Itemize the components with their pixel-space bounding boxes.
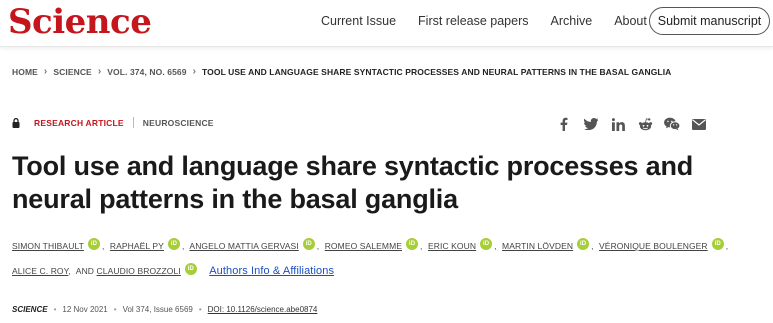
orcid-icon[interactable]: iD	[480, 238, 493, 250]
authors-affiliations-link[interactable]: Authors Info & Affiliations	[209, 265, 334, 277]
author-name[interactable]: ROMEO SALEMME	[325, 241, 402, 251]
publication-date: 12 Nov 2021	[62, 305, 108, 314]
breadcrumb: HOME › SCIENCE › VOL. 374, NO. 6569 › TO…	[12, 66, 671, 77]
doi-link[interactable]: DOI: 10.1126/science.abe0874	[208, 305, 318, 314]
orcid-icon[interactable]: iD	[87, 238, 100, 250]
science-logo[interactable]: Science	[8, 0, 152, 44]
nav-first-release-papers[interactable]: First release papers	[418, 14, 528, 28]
chevron-right-icon: ›	[97, 66, 102, 77]
submit-manuscript-button[interactable]: Submit manuscript	[649, 7, 770, 35]
author-name[interactable]: MARTIN LÖVDEN	[502, 241, 573, 251]
separator: ,	[181, 241, 185, 251]
orcid-icon[interactable]: iD	[184, 263, 197, 275]
breadcrumb-home[interactable]: HOME	[12, 67, 38, 77]
author-name[interactable]: ERIC KOUN	[428, 241, 476, 251]
breadcrumb-volume[interactable]: VOL. 374, NO. 6569	[107, 67, 186, 77]
author-name[interactable]: VÉRONIQUE BOULENGER	[599, 241, 708, 251]
separator: ,	[420, 241, 423, 251]
volume-issue: Vol 374, Issue 6569	[122, 305, 193, 314]
publication-info: SCIENCE • 12 Nov 2021 • Vol 374, Issue 6…	[12, 305, 317, 314]
nav-about-label: About	[614, 14, 647, 28]
author-name[interactable]: SIMON THIBAULT	[12, 241, 84, 251]
author-list: SIMON THIBAULT iD, RAPHAËL PY iD, ANGELO M…	[12, 234, 752, 284]
article-title-line-1: Tool use and language share syntactic pr…	[12, 151, 694, 181]
orcid-icon[interactable]: iD	[577, 238, 590, 250]
site-header: Science Current Issue First release pape…	[0, 0, 773, 47]
linkedin-icon[interactable]	[610, 116, 626, 132]
main-nav: Current Issue First release papers Archi…	[321, 0, 661, 42]
reddit-icon[interactable]	[637, 116, 653, 132]
separator: ,	[101, 241, 105, 251]
orcid-icon[interactable]: iD	[711, 238, 724, 250]
journal-name: SCIENCE	[12, 305, 48, 314]
separator: ,	[591, 241, 594, 251]
separator-dot: •	[198, 305, 202, 314]
author-conjunction: AND	[75, 266, 95, 276]
article-meta: RESEARCH ARTICLE NEUROSCIENCE	[12, 117, 214, 128]
chevron-right-icon: ›	[192, 66, 197, 77]
subject-label[interactable]: NEUROSCIENCE	[143, 118, 214, 128]
nav-current-issue[interactable]: Current Issue	[321, 14, 396, 28]
chevron-right-icon: ›	[43, 66, 48, 77]
breadcrumb-current: TOOL USE AND LANGUAGE SHARE SYNTACTIC PR…	[202, 66, 672, 77]
twitter-icon[interactable]	[583, 116, 599, 132]
separator: ,	[725, 241, 729, 251]
separator: ,	[68, 266, 71, 276]
separator: ,	[494, 241, 497, 251]
lock-icon	[12, 117, 20, 128]
wechat-icon[interactable]	[664, 116, 680, 132]
email-icon[interactable]	[691, 116, 707, 132]
divider	[132, 117, 134, 128]
author-name[interactable]: ANGELO MATTIA GERVASI	[189, 241, 298, 251]
nav-archive[interactable]: Archive	[551, 14, 593, 28]
separator: ,	[316, 241, 320, 251]
separator-dot: •	[113, 305, 117, 314]
article-title-line-2: neural patterns in the basal ganglia	[12, 184, 458, 214]
orcid-icon[interactable]: iD	[406, 238, 419, 250]
article-title: Tool use and language share syntactic pr…	[12, 150, 732, 216]
breadcrumb-science[interactable]: SCIENCE	[53, 67, 92, 77]
author-name[interactable]: CLAUDIO BROZZOLI	[97, 266, 181, 276]
separator-dot: •	[53, 305, 57, 314]
article-type-label[interactable]: RESEARCH ARTICLE	[34, 118, 124, 128]
author-name[interactable]: ALICE C. ROY	[12, 266, 68, 276]
orcid-icon[interactable]: iD	[302, 238, 315, 250]
author-name[interactable]: RAPHAËL PY	[110, 241, 164, 251]
orcid-icon[interactable]: iD	[167, 238, 180, 250]
facebook-icon[interactable]	[556, 116, 572, 132]
share-bar	[556, 116, 718, 132]
